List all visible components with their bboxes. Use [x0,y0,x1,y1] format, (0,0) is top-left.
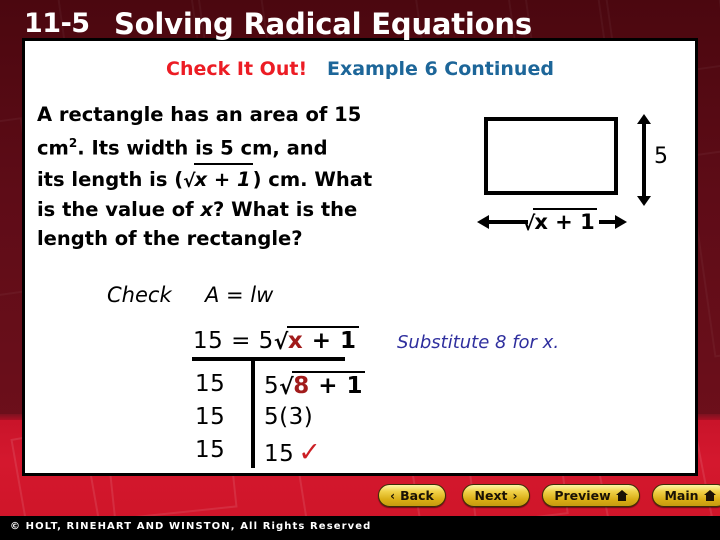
preview-button-label: Preview [554,488,611,503]
problem-line-2: cm2. Its width is 5 cm, and [37,136,328,160]
example-header: Check It Out! Example 6 Continued [0,58,720,80]
substituted-value: 8 [293,373,310,399]
preview-button[interactable]: Preview [542,484,640,507]
home-icon [615,490,628,501]
radicand-rest: + 1 [309,373,364,399]
substitution-note: Substitute 8 for x. [397,332,560,353]
radical-expression-equation: √x + 1 [273,326,359,355]
radicand: x + 1 [533,208,597,234]
check-equation: 15 = 5√x + 1 [193,326,359,355]
problem-line-4: is the value of x? What is the [37,197,358,221]
row-value: 15 [264,441,295,467]
square-exponent: 2 [68,136,78,150]
radical-sign-icon: √ [183,170,196,192]
main-button-label: Main [664,488,699,503]
chevron-right-icon: › [512,488,518,503]
radicand: x + 1 [193,162,253,194]
problem-line-1: A rectangle has an area of 15 [37,103,362,126]
rectangle-diagram: 5 √x + 1 [470,100,700,250]
substituted-variable: x [287,328,304,354]
radicand: x + 1 [286,326,359,354]
header-check-it-out: Check It Out! [166,58,308,80]
problem-line-5: length of the rectangle? [37,226,303,250]
work-row-right: 15 ✓ [264,437,321,468]
chevron-left-icon: ‹ [390,488,396,503]
slide-title-bar: 11-5 Solving Radical Equations [0,7,720,44]
radical-expression-problem: √x + 1 [183,162,253,195]
check-label: Check [107,283,172,307]
area-formula: A = lw [205,283,274,307]
work-row-left: 15 [195,437,226,463]
back-button-label: Back [400,488,434,503]
row-value: 5(3) [264,404,314,430]
slide-root: 11-5 Solving Radical Equations Check It … [0,0,720,540]
radical-sign-icon: √ [522,211,536,235]
vertical-rule [251,360,255,468]
main-button[interactable]: Main [652,484,720,507]
next-button[interactable]: Next › [462,484,530,507]
check-mark-icon: ✓ [298,437,322,468]
home-icon [703,490,716,501]
rectangle-shape [484,117,618,195]
lesson-title: Solving Radical Equations [114,7,532,41]
back-button[interactable]: ‹ Back [378,484,446,507]
radical-sign-icon: √ [273,330,289,355]
next-button-label: Next [474,488,508,503]
arrow-down-icon [637,196,651,206]
variable-x: x [200,197,213,221]
work-row-right: 5√8 + 1 [264,371,366,400]
width-label: √x + 1 [522,208,597,235]
work-row-left: 15 [195,404,226,430]
copyright-text: © HOLT, RINEHART AND WINSTON, All Rights… [10,521,372,532]
height-label: 5 [654,144,668,169]
header-example-continued: Example 6 Continued [326,58,554,80]
work-row-left: 15 [195,371,226,397]
problem-statement: A rectangle has an area of 15 cm2. Its w… [37,100,457,253]
radical-expression-figure: √x + 1 [522,208,597,235]
work-row-right: 5(3) [264,404,313,430]
arrow-right-icon [615,215,627,229]
horizontal-rule [192,357,345,361]
radicand: 8 + 1 [292,371,366,399]
radical-sign-icon: √ [279,375,295,400]
equation-lhs: 15 = 5 [193,328,274,354]
row-prefix: 5 [264,373,280,399]
problem-line-3: its length is (√x + 1) cm. What [37,162,457,195]
lesson-number: 11-5 [24,8,90,39]
height-dimension-line [642,120,646,198]
radicand-rest: + 1 [303,328,357,354]
radical-expression-row: √8 + 1 [279,371,366,400]
